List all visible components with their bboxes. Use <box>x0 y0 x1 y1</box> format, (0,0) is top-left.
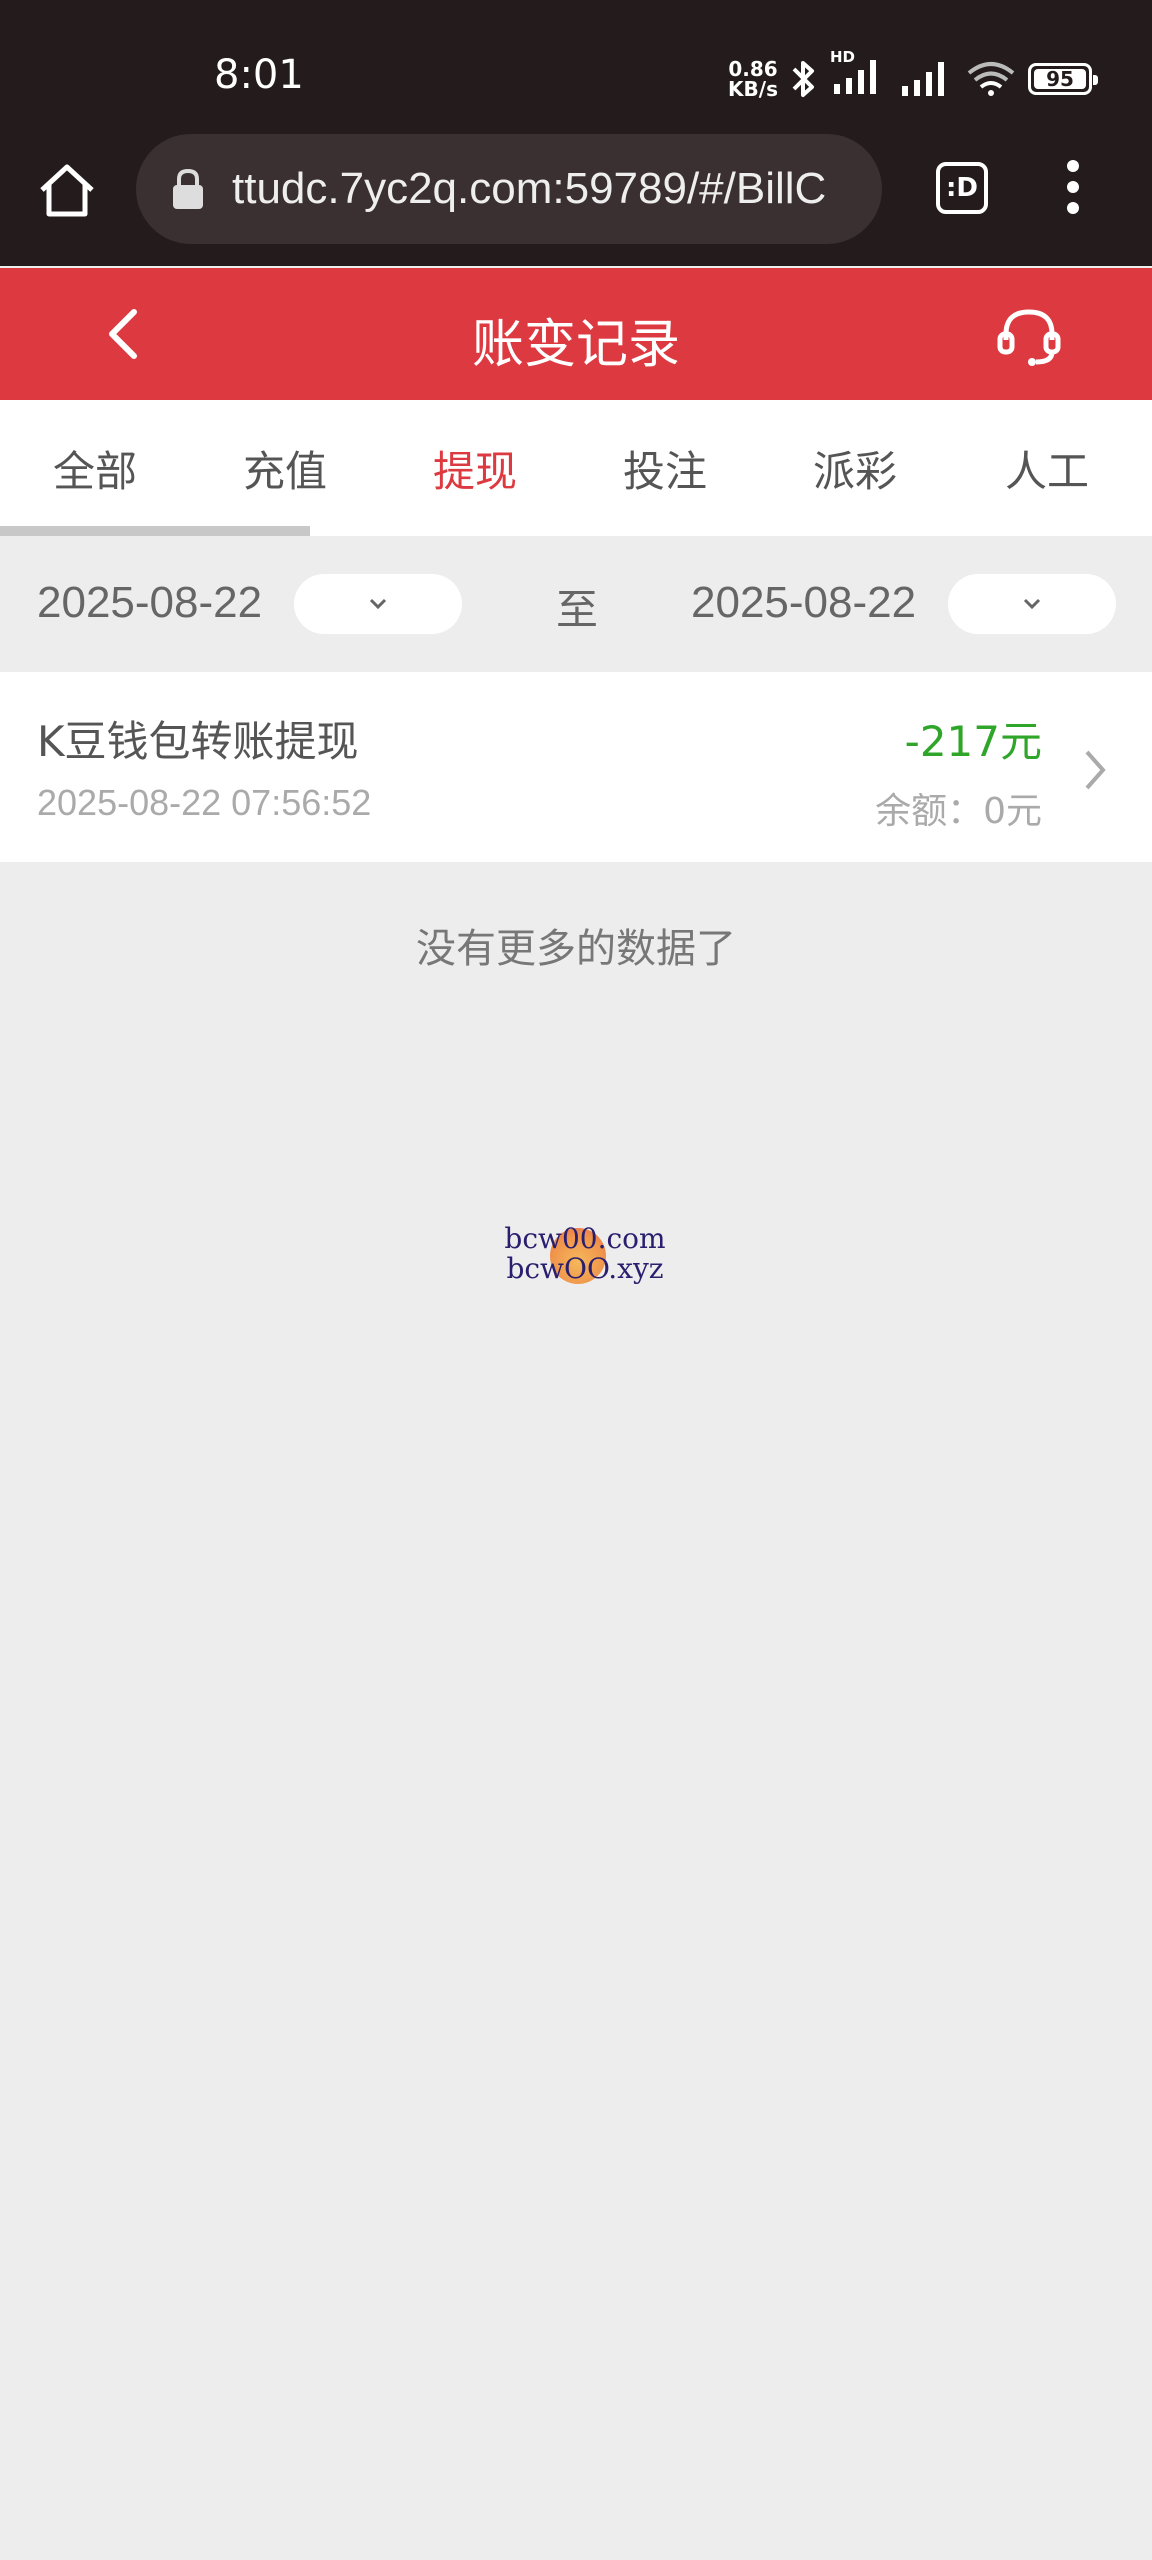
start-date[interactable]: 2025-08-22 <box>37 578 262 628</box>
hd-label: HD <box>830 48 856 66</box>
tab-payout[interactable]: 派彩 <box>760 438 950 499</box>
start-date-dropdown[interactable] <box>294 574 462 634</box>
status-bar: 8:01 0.86 KB/s HD 95 <box>0 0 1152 130</box>
lock-icon <box>173 168 203 209</box>
network-speed-value: 0.86 <box>728 57 778 81</box>
watermark: bcw00.com bcwOO.xyz <box>500 1224 670 1292</box>
tab-switcher-button[interactable]: :D <box>936 162 988 214</box>
app-header: 账变记录 <box>0 268 1152 400</box>
battery-icon: 95 <box>1028 63 1098 95</box>
watermark-line-2: bcwOO.xyz <box>506 1252 664 1285</box>
url-bar[interactable]: ttudc.7yc2q.com:59789/#/BillC <box>136 134 882 244</box>
network-speed-unit: KB/s <box>728 77 778 101</box>
date-filter: 2025-08-22 至 2025-08-22 <box>0 536 1152 672</box>
chevron-down-icon <box>1023 598 1041 610</box>
tab-recharge[interactable]: 充值 <box>190 438 380 499</box>
tab-scroll-indicator <box>0 526 310 536</box>
battery-level: 95 <box>1046 67 1074 91</box>
record-time: 2025-08-22 07:56:52 <box>37 782 372 823</box>
cell-signal-hd: HD <box>830 48 886 100</box>
url-text: ttudc.7yc2q.com:59789/#/BillC <box>232 164 827 213</box>
list-item[interactable]: K豆钱包转账提现 2025-08-22 07:56:52 -217元 余额：0元 <box>0 672 1152 862</box>
signal-2-icon <box>902 62 944 96</box>
tab-manual[interactable]: 人工 <box>952 438 1142 499</box>
home-icon[interactable] <box>36 160 98 222</box>
record-amount: -217元 <box>904 717 1042 766</box>
page-title: 账变记录 <box>471 315 680 375</box>
watermark-line-1: bcw00.com <box>504 1222 666 1255</box>
network-speed: 0.86 KB/s <box>728 59 778 99</box>
wifi-icon <box>967 62 1015 96</box>
record-balance: 余额：0元 <box>875 791 1042 832</box>
tab-withdraw[interactable]: 提现 <box>380 438 570 499</box>
category-tabs: 全部 充值 提现 投注 派彩 人工 <box>0 400 1152 536</box>
status-time: 8:01 <box>214 52 304 98</box>
tab-bet[interactable]: 投注 <box>570 438 760 499</box>
date-range-separator: 至 <box>556 585 599 634</box>
chevron-down-icon <box>369 598 387 610</box>
end-date[interactable]: 2025-08-22 <box>691 578 916 628</box>
chevron-right-icon <box>1085 750 1106 790</box>
bluetooth-icon <box>792 61 814 97</box>
end-date-dropdown[interactable] <box>948 574 1116 634</box>
status-icons: 0.86 KB/s HD 95 <box>728 48 1098 104</box>
no-more-data-text: 没有更多的数据了 <box>416 926 736 972</box>
customer-service-icon[interactable] <box>996 304 1062 370</box>
tab-all[interactable]: 全部 <box>0 438 190 499</box>
more-menu-icon[interactable] <box>1062 160 1084 220</box>
browser-toolbar: ttudc.7yc2q.com:59789/#/BillC :D <box>0 130 1152 266</box>
record-title: K豆钱包转账提现 <box>37 717 359 766</box>
